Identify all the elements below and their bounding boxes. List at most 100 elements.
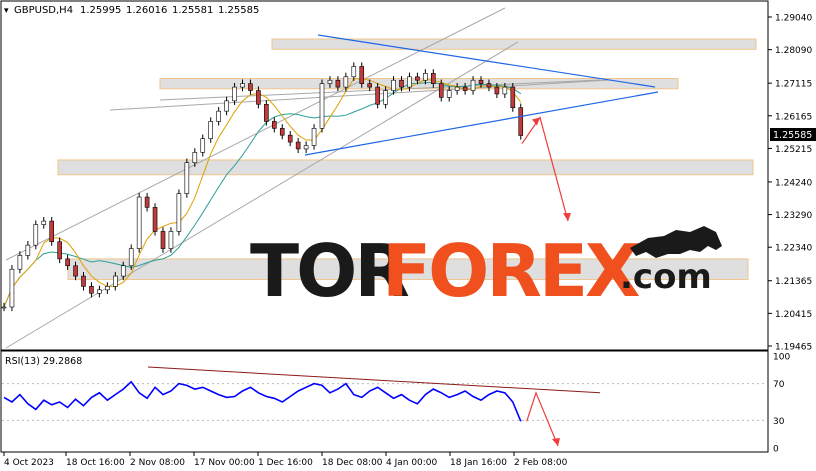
candle-body (327, 79, 333, 84)
symbol-arrow-icon: ▾ (4, 6, 9, 16)
price-tick-label: 1.20415 (775, 310, 812, 320)
low-value: 1.25581 (172, 5, 213, 16)
candle-body (113, 275, 118, 287)
candle-body (264, 103, 269, 122)
candle-body (423, 73, 428, 81)
candle-body (438, 83, 444, 98)
candle-body (57, 241, 62, 260)
time-tick-label: 4 Oct 2023 (4, 458, 54, 468)
candle-body (216, 110, 221, 122)
candle-body (391, 79, 396, 91)
candle-body (343, 76, 349, 88)
candle-body (65, 258, 70, 267)
candle-body (351, 66, 357, 78)
time-tick-label: 18 Jan 16:00 (450, 458, 507, 468)
candle-body (184, 162, 190, 194)
price-tick-label: 1.19465 (775, 343, 812, 353)
candle-body (279, 128, 285, 136)
candle-body (518, 107, 524, 136)
rsi-level-label: 100 (773, 353, 790, 363)
candle-body (232, 86, 237, 102)
logo-com: .com (620, 257, 712, 297)
candle-body (168, 231, 174, 249)
sr-zone (57, 159, 754, 176)
candle-body (81, 275, 86, 287)
candle-body (430, 73, 436, 84)
symbol-label: GBPUSD,H4 (14, 5, 73, 16)
price-tick-label: 1.24240 (775, 178, 812, 188)
candle-body (335, 79, 341, 88)
candle-body (383, 90, 388, 105)
candle-body (144, 196, 150, 208)
candle-body (200, 138, 206, 153)
candle-body (97, 289, 102, 294)
price-tick-label: 1.27115 (775, 80, 812, 90)
price-tick-label: 1.25215 (775, 145, 812, 155)
candle-body (295, 141, 301, 150)
candle-body (470, 79, 476, 91)
candle-body (120, 265, 126, 277)
price-tick-label: 1.21365 (775, 277, 812, 287)
open-value: 1.25995 (80, 5, 121, 16)
logo-forex: FOREX (382, 229, 640, 313)
candle-body (1, 306, 7, 309)
candle-body (73, 265, 78, 277)
candle-body (502, 86, 508, 95)
candle-body (494, 86, 500, 95)
candle-body (33, 224, 39, 246)
high-value: 1.26016 (126, 5, 167, 16)
rsi-label: RSI(13) 29.2868 (5, 356, 82, 367)
close-value: 1.25585 (218, 5, 259, 16)
price-tick-label: 1.26165 (775, 112, 812, 122)
candle-body (49, 220, 55, 243)
candle-body (256, 90, 261, 105)
candle-body (271, 121, 277, 129)
candle-body (248, 83, 253, 91)
candle-body (375, 86, 380, 105)
candle-body (41, 220, 47, 225)
rsi-level-label: 30 (773, 417, 785, 427)
time-tick-label: 4 Jan 00:00 (386, 458, 438, 468)
time-tick-label: 18 Oct 16:00 (66, 458, 125, 468)
chart-canvas: 1.29040 1.28090 1.27115 1.26165 1.25215 1.242… (0, 0, 816, 471)
candle-body (486, 83, 492, 88)
time-tick-label: 2 Feb 08:00 (514, 458, 568, 468)
candle-body (303, 145, 309, 150)
candle-body (319, 83, 325, 129)
candle-body (25, 244, 31, 256)
candle-body (105, 286, 110, 291)
candle-body (311, 128, 317, 146)
candle-body (287, 134, 293, 143)
candle-body (176, 193, 182, 232)
current-price-label: 1.25585 (773, 130, 812, 141)
candle-body (89, 286, 94, 294)
candle-body (160, 231, 166, 249)
time-tick-label: 17 Nov 00:00 (194, 458, 255, 468)
candle-body (17, 255, 23, 270)
time-tick-label: 18 Dec 08:00 (322, 458, 383, 468)
price-tick-label: 1.29040 (775, 14, 812, 24)
price-tick-label: 1.22340 (775, 244, 812, 254)
candle-body (446, 90, 452, 98)
candle-body (367, 83, 373, 88)
candle-body (510, 86, 516, 109)
candle-body (359, 66, 365, 84)
rsi-level-label: 0 (773, 445, 779, 455)
rsi-level-label: 70 (773, 380, 785, 390)
candle-body (399, 79, 404, 88)
candle-body (128, 248, 134, 267)
candle-body (454, 86, 460, 91)
candle-body (9, 268, 15, 308)
candle-body (407, 76, 412, 88)
candle-body (240, 83, 245, 88)
candle-body (152, 207, 158, 232)
candle-body (136, 196, 142, 249)
time-tick-label: 1 Dec 16:00 (258, 458, 313, 468)
candle-body (224, 100, 229, 112)
time-tick-label: 2 Nov 08:00 (130, 458, 185, 468)
candle-body (478, 79, 484, 84)
price-tick-label: 1.28090 (775, 46, 812, 56)
candle-body (415, 76, 420, 81)
candle-body (208, 121, 213, 139)
candle-body (192, 152, 198, 163)
